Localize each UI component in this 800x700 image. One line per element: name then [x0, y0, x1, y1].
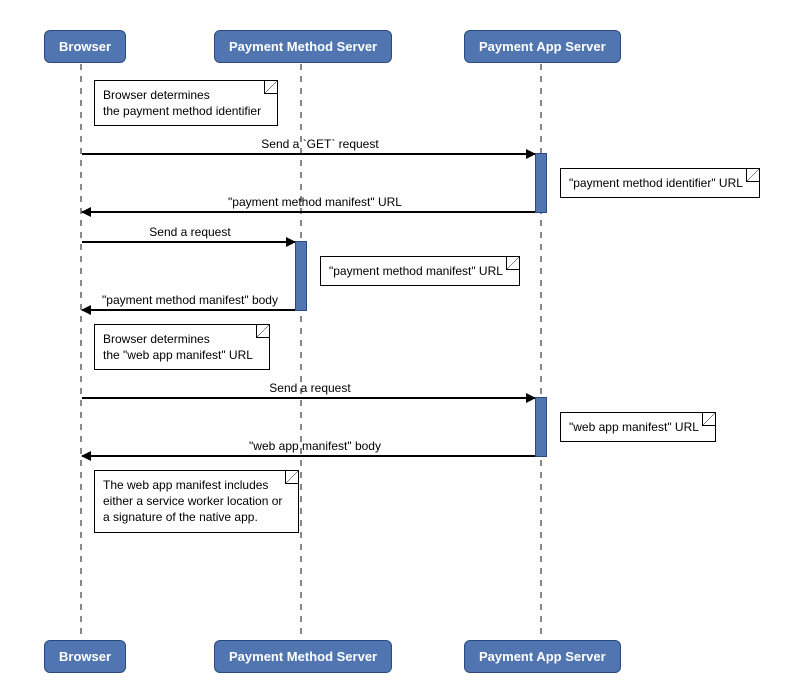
participant-label: Payment App Server	[479, 649, 606, 664]
msg-label-pmm-url: "payment method manifest" URL	[190, 195, 440, 209]
note-pmi-url: "payment method identifier" URL	[560, 168, 760, 198]
note-fold-icon	[506, 257, 519, 270]
participant-pms-bottom: Payment Method Server	[214, 640, 392, 673]
lifeline-browser	[80, 64, 82, 640]
participant-pas-bottom: Payment App Server	[464, 640, 621, 673]
msg-label-pmm-body: "payment method manifest" body	[90, 293, 290, 307]
note-text: "payment method manifest" URL	[329, 264, 503, 278]
note-pmm-url: "payment method manifest" URL	[320, 256, 520, 286]
note-fold-icon	[746, 169, 759, 182]
lifeline-pas	[540, 64, 542, 640]
msg-label-send-request-1: Send a request	[120, 225, 260, 239]
participant-pas-top: Payment App Server	[464, 30, 621, 63]
msg-label-get-request: Send a `GET` request	[220, 137, 420, 151]
note-fold-icon	[285, 471, 298, 484]
note-text: Browser determines the "web app manifest…	[103, 332, 253, 362]
activation-pas-2	[535, 397, 547, 457]
note-text: "web app manifest" URL	[569, 420, 699, 434]
note-fold-icon	[264, 81, 277, 94]
note-text: "payment method identifier" URL	[569, 176, 743, 190]
participant-label: Browser	[59, 39, 111, 54]
note-browser-determines-pmi: Browser determines the payment method id…	[94, 80, 278, 126]
participant-label: Payment Method Server	[229, 649, 377, 664]
participant-browser-bottom: Browser	[44, 640, 126, 673]
msg-label-wam-body: "web app manifest" body	[215, 439, 415, 453]
note-fold-icon	[256, 325, 269, 338]
participant-label: Payment Method Server	[229, 39, 377, 54]
arrow-pmm-url	[82, 211, 535, 213]
note-text: The web app manifest includes either a s…	[103, 478, 282, 524]
note-browser-determines-wam: Browser determines the "web app manifest…	[94, 324, 270, 370]
note-text: Browser determines the payment method id…	[103, 88, 261, 118]
msg-label-send-request-2: Send a request	[240, 381, 380, 395]
arrow-get-request	[82, 153, 535, 155]
activation-pms-1	[295, 241, 307, 311]
arrow-send-request-2	[82, 397, 535, 399]
arrow-wam-body	[82, 455, 535, 457]
participant-browser-top: Browser	[44, 30, 126, 63]
note-wam-url: "web app manifest" URL	[560, 412, 716, 442]
arrow-send-request-1	[82, 241, 295, 243]
participant-pms-top: Payment Method Server	[214, 30, 392, 63]
note-fold-icon	[702, 413, 715, 426]
note-wam-includes: The web app manifest includes either a s…	[94, 470, 299, 533]
participant-label: Browser	[59, 649, 111, 664]
sequence-diagram: Browser Payment Method Server Payment Ap…	[20, 20, 780, 680]
participant-label: Payment App Server	[479, 39, 606, 54]
arrow-pmm-body	[82, 309, 295, 311]
activation-pas-1	[535, 153, 547, 213]
